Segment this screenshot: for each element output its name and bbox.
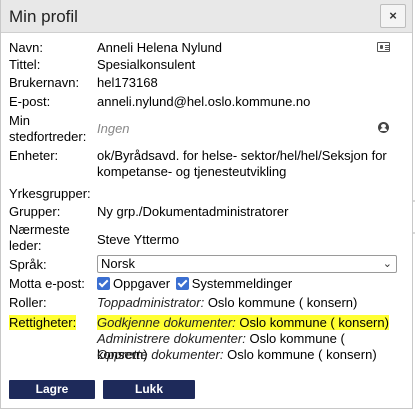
oppgaver-checkbox[interactable] — [97, 277, 110, 290]
dialog-titlebar: Min profil × — [1, 0, 412, 33]
navn-label: Navn: — [9, 40, 43, 55]
rettigheter-label: Rettigheter: — [9, 315, 97, 331]
yrkesgrupper-label: Yrkesgrupper: — [9, 186, 91, 201]
contact-card-icon[interactable] — [377, 42, 390, 52]
chevron-down-icon: ⌄ — [382, 258, 392, 270]
save-button[interactable]: Lagre — [9, 380, 95, 399]
rett3-org: Oslo kommune ( konsern) — [227, 347, 377, 362]
roller-value: Toppadministrator: Oslo kommune ( konser… — [97, 295, 357, 311]
rett3-role: Opprette dokumenter: — [97, 347, 224, 362]
sprak-label: Språk: — [9, 257, 47, 272]
grupper-label: Grupper: — [9, 204, 61, 219]
motta-options: Oppgaver Systemmeldinger — [97, 276, 292, 292]
oppgaver-label: Oppgaver — [113, 276, 171, 291]
dialog-title: Min profil — [9, 7, 78, 26]
user-icon[interactable] — [378, 122, 389, 133]
stedfortreder-label-line2: stedfortreder: — [9, 129, 87, 144]
leder-value: Steve Yttermo — [97, 232, 180, 247]
navn-value: Anneli Helena Nylund — [97, 40, 223, 55]
tittel-label: Tittel: — [9, 57, 41, 72]
brukernavn-label: Brukernavn: — [9, 75, 80, 90]
epost-label: E-post: — [9, 94, 51, 109]
roller-label: Roller: — [9, 295, 47, 310]
roller-role: Toppadministrator: — [97, 295, 205, 310]
epost-value: anneli.nylund@hel.oslo.kommune.no — [97, 94, 311, 109]
leder-label-line1: Nærmeste — [9, 222, 70, 237]
language-select-value: Norsk — [101, 256, 135, 271]
rett1-role: Godkjenne dokumenter: — [97, 315, 236, 330]
systemmeldinger-label: Systemmeldinger — [191, 276, 293, 291]
stedfortreder-value[interactable]: Ingen — [97, 121, 130, 137]
roller-org: Oslo kommune ( konsern) — [207, 295, 358, 310]
enheter-label: Enheter: — [9, 148, 59, 163]
enheter-value-line1: ok/Byrådsavd. for helse- sektor/hel/hel/… — [97, 148, 387, 163]
grupper-value: Ny grp./Dokumentadministratorer — [97, 204, 289, 219]
close-icon[interactable]: × — [380, 4, 406, 28]
language-select[interactable]: Norsk ⌄ — [97, 255, 397, 273]
rett2-role: Administrere dokumenter: — [97, 331, 246, 346]
stedfortreder-label-line1: Min — [9, 113, 30, 128]
profile-dialog: Min profil × Navn: Anneli Helena Nylund … — [0, 0, 413, 409]
rettighet-opprette: Opprette dokumenter: Oslo kommune ( kons… — [97, 347, 377, 363]
rettigheter-label-text: Rettigheter: — [9, 315, 77, 330]
brukernavn-value: hel173168 — [97, 75, 158, 90]
close-button[interactable]: Lukk — [103, 380, 195, 399]
enheter-value-line2: kompetanse- og tjenesteutvikling — [97, 164, 287, 179]
rettighet-godkjenne: Godkjenne dokumenter: Oslo kommune ( kon… — [97, 315, 389, 331]
leder-label-line2: leder: — [9, 238, 42, 253]
tittel-value: Spesialkonsulent — [97, 57, 196, 72]
motta-label: Motta e-post: — [9, 276, 85, 291]
rett1-org: Oslo kommune ( konsern) — [239, 315, 389, 330]
systemmeldinger-checkbox[interactable] — [175, 277, 189, 290]
